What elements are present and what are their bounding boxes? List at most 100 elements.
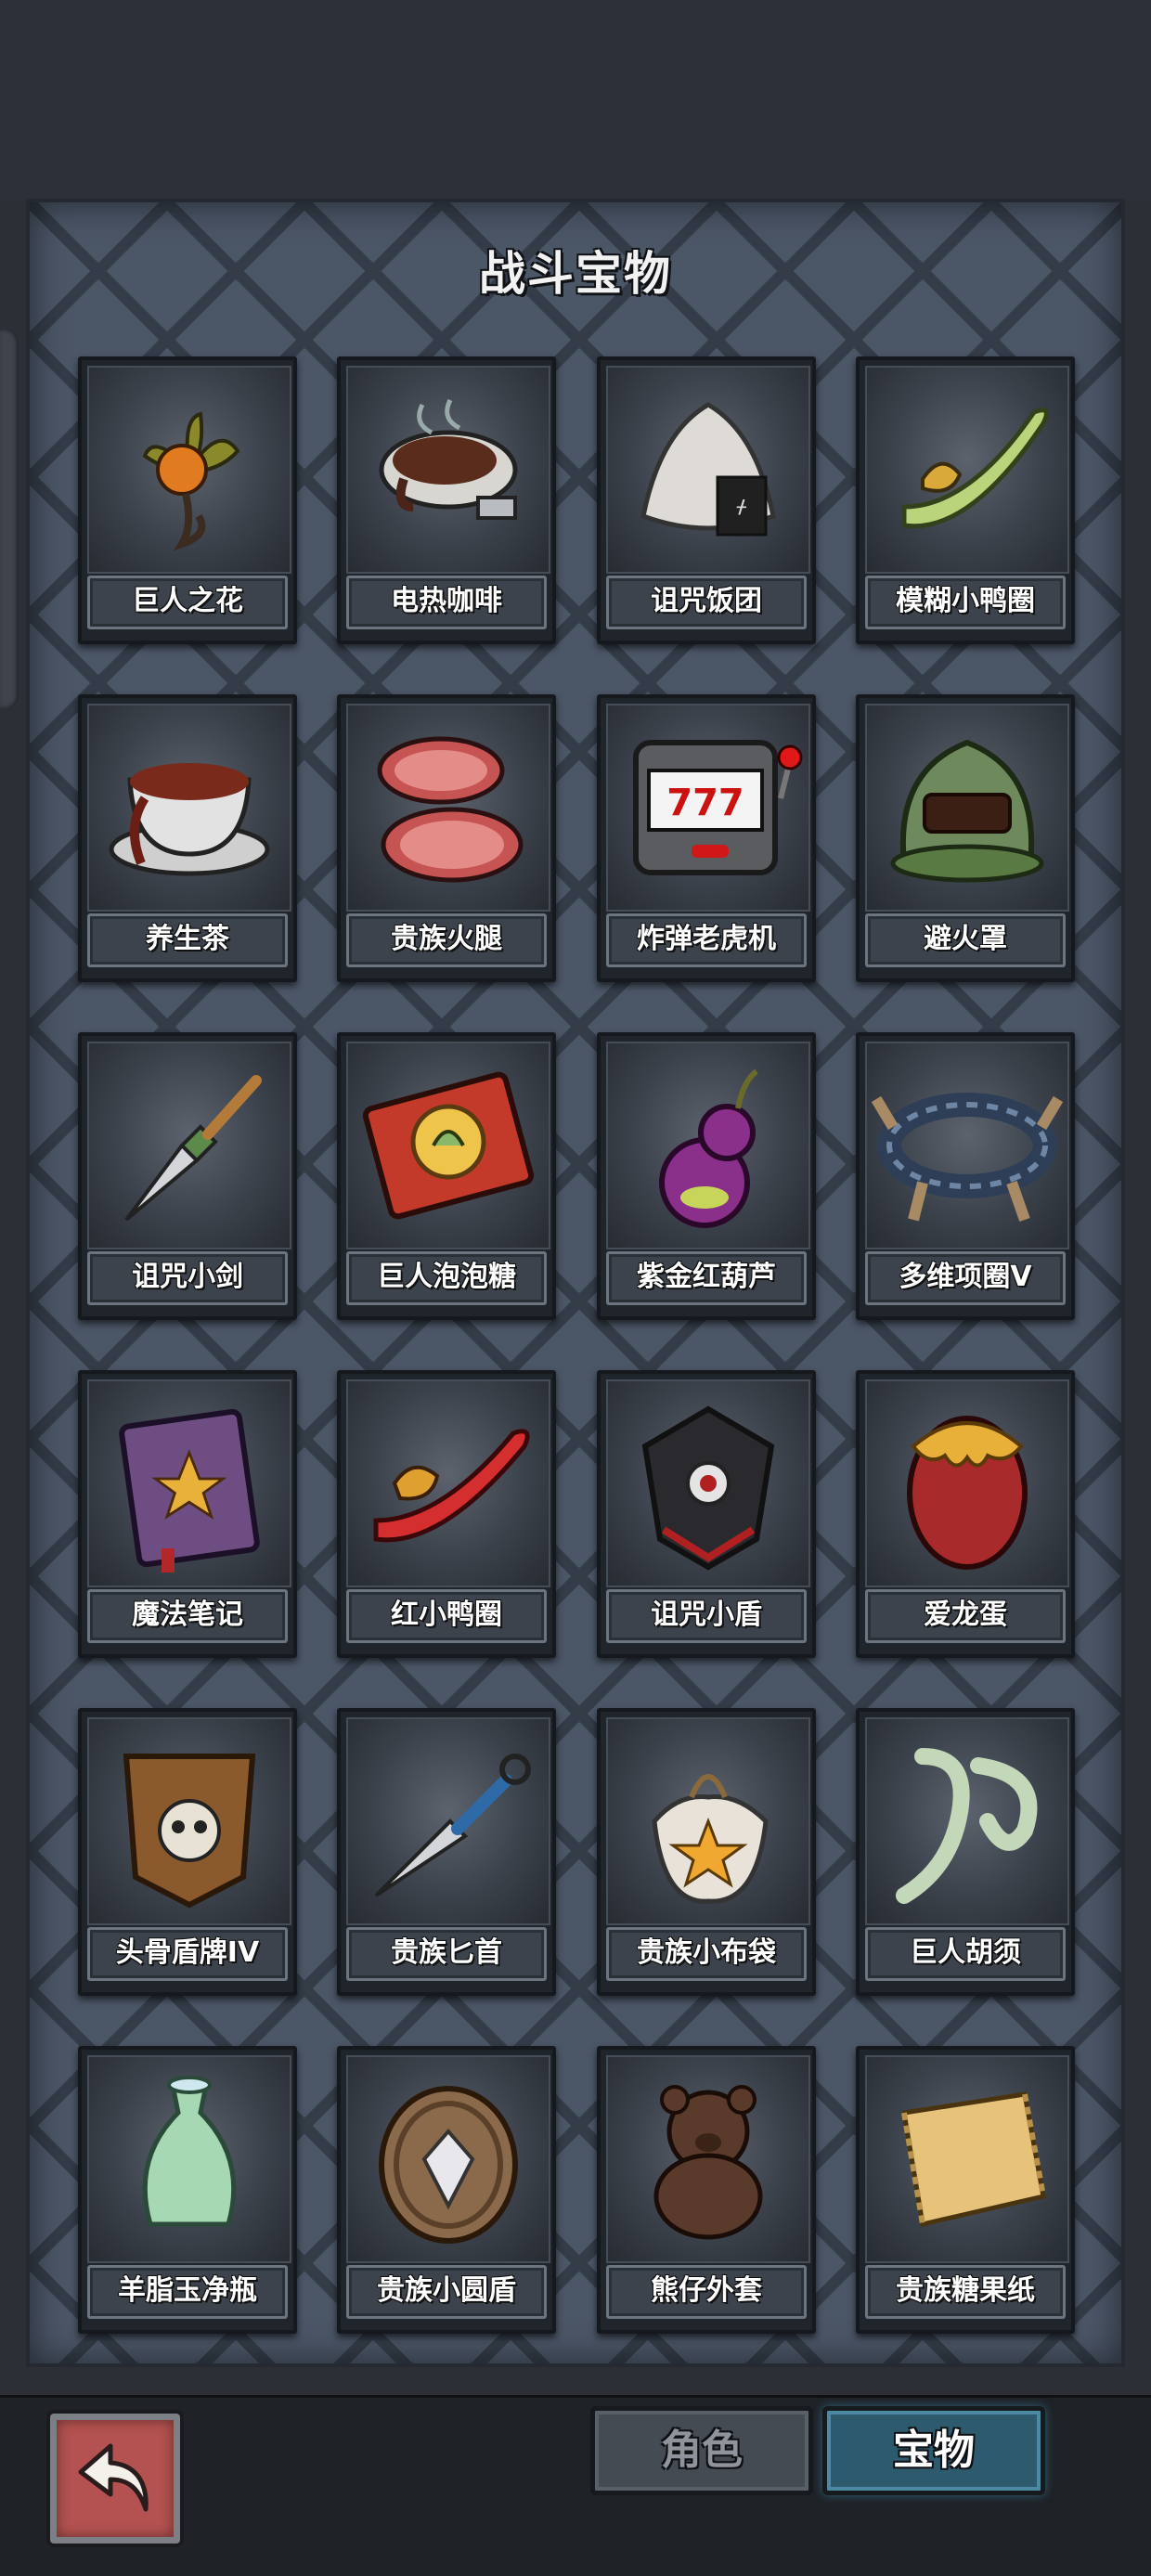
jade-vase-icon <box>142 2076 237 2227</box>
bomb-slot-machine-icon: 777 <box>633 740 803 875</box>
treasure-art <box>346 366 550 574</box>
treasure-art <box>87 366 291 574</box>
treasure-name: 模糊小鸭圈 <box>865 576 1066 629</box>
treasure-name: 炸弹老虎机 <box>606 913 807 967</box>
treasure-name: 熊仔外套 <box>606 2265 807 2319</box>
noble-round-shield-icon <box>379 2086 518 2244</box>
treasure-card[interactable]: 诅咒小盾 <box>597 1370 816 1658</box>
treasure-card[interactable]: 贵族火腿 <box>337 694 556 982</box>
treasure-art <box>346 1717 550 1925</box>
treasure-name: 贵族火腿 <box>346 913 547 967</box>
treasure-card[interactable]: 诅咒小剑 <box>78 1032 297 1320</box>
cursed-dagger-icon <box>124 1075 262 1222</box>
dragon-egg-icon <box>907 1416 1028 1570</box>
treasure-card[interactable]: 爱龙蛋 <box>856 1370 1075 1658</box>
treasure-name: 头骨盾牌IV <box>87 1927 288 1981</box>
treasure-name: 贵族小圆盾 <box>346 2265 547 2319</box>
treasure-card[interactable]: 羊脂玉净瓶 <box>78 2046 297 2334</box>
treasure-art <box>606 1717 810 1925</box>
treasure-card[interactable]: 避火罩 <box>856 694 1075 982</box>
treasure-card[interactable]: 模糊小鸭圈 <box>856 356 1075 644</box>
candy-wrapper-icon <box>901 2091 1046 2228</box>
treasure-art <box>87 1379 291 1587</box>
tab-treasure[interactable]: 宝物 <box>822 2406 1045 2495</box>
health-tea-icon <box>109 763 270 876</box>
treasure-card[interactable]: 贵族匕首 <box>337 1708 556 1996</box>
fire-shield-helmet-icon <box>890 739 1044 883</box>
treasure-name: 避火罩 <box>865 913 1066 967</box>
treasure-card[interactable]: 777 炸弹老虎机 <box>597 694 816 982</box>
treasure-name: 巨人泡泡糖 <box>346 1251 547 1305</box>
treasure-art <box>865 1717 1069 1925</box>
treasure-art <box>865 2055 1069 2263</box>
treasure-card[interactable]: 巨人胡须 <box>856 1708 1075 1996</box>
teddy-bear-coat-icon <box>653 2085 763 2240</box>
treasure-name: 电热咖啡 <box>346 576 547 629</box>
giant-beard-icon <box>896 1748 1038 1904</box>
electric-coffee-icon <box>379 398 518 520</box>
treasure-card[interactable]: 紫金红葫芦 <box>597 1032 816 1320</box>
treasure-art <box>346 2055 550 2263</box>
treasure-name: 红小鸭圈 <box>346 1589 547 1643</box>
treasure-name: 羊脂玉净瓶 <box>87 2265 288 2319</box>
treasure-card[interactable]: 巨人之花 <box>78 356 297 644</box>
treasure-card[interactable]: 红小鸭圈 <box>337 1370 556 1658</box>
noble-ham-icon <box>377 736 524 883</box>
treasure-name: 诅咒饭团 <box>606 576 807 629</box>
treasure-name: 诅咒小剑 <box>87 1251 288 1305</box>
magic-notebook-icon <box>119 1408 260 1573</box>
svg-text:777: 777 <box>666 782 744 824</box>
treasure-name: 贵族小布袋 <box>606 1927 807 1981</box>
treasure-card[interactable]: 贵族小圆盾 <box>337 2046 556 2334</box>
svg-text:ᚋ: ᚋ <box>736 495 747 517</box>
treasure-card[interactable]: 贵族糖果纸 <box>856 2046 1075 2334</box>
treasure-card[interactable]: 魔法笔记 <box>78 1370 297 1658</box>
cursed-rice-ball-icon: ᚋ <box>640 402 776 537</box>
red-duck-ring-icon <box>373 1429 530 1543</box>
treasure-name: 贵族糖果纸 <box>865 2265 1066 2319</box>
treasure-card[interactable]: 电热咖啡 <box>337 356 556 644</box>
page-title: 战斗宝物 <box>479 247 672 301</box>
treasure-card[interactable]: 多维项圈V <box>856 1032 1075 1320</box>
treasure-card[interactable]: 贵族小布袋 <box>597 1708 816 1996</box>
treasure-card[interactable]: 巨人泡泡糖 <box>337 1032 556 1320</box>
treasure-name: 爱龙蛋 <box>865 1589 1066 1643</box>
multi-collar-icon <box>871 1093 1064 1222</box>
treasure-art: 777 <box>606 704 810 912</box>
treasure-name: 巨人之花 <box>87 576 288 629</box>
back-button[interactable] <box>50 2414 180 2544</box>
treasure-card[interactable]: 熊仔外套 <box>597 2046 816 2334</box>
treasure-art <box>346 1379 550 1587</box>
treasure-name: 养生茶 <box>87 913 288 967</box>
treasure-name: 诅咒小盾 <box>606 1589 807 1643</box>
treasure-name: 紫金红葫芦 <box>606 1251 807 1305</box>
treasure-art: ᚋ <box>606 366 810 574</box>
treasure-name: 巨人胡须 <box>865 1927 1066 1981</box>
treasure-card[interactable]: ᚋ 诅咒饭团 <box>597 356 816 644</box>
treasure-art <box>865 366 1069 574</box>
top-band <box>0 0 1151 199</box>
treasure-art <box>606 1042 810 1249</box>
noble-pouch-icon <box>652 1774 769 1904</box>
treasure-name: 贵族匕首 <box>346 1927 547 1981</box>
treasure-art <box>346 1042 550 1249</box>
treasure-art <box>606 2055 810 2263</box>
treasure-art <box>606 1379 810 1587</box>
treasure-art <box>865 1379 1069 1587</box>
treasure-card[interactable]: 头骨盾牌IV <box>78 1708 297 1996</box>
treasure-name: 多维项圈V <box>865 1251 1066 1305</box>
giant-bubble-gum-icon <box>362 1071 535 1220</box>
back-arrow-icon <box>78 2443 149 2512</box>
treasure-name: 魔法笔记 <box>87 1589 288 1643</box>
noble-kunai-icon <box>374 1754 531 1897</box>
treasure-card[interactable]: 养生茶 <box>78 694 297 982</box>
tab-role[interactable]: 角色 <box>590 2406 813 2495</box>
treasure-art <box>87 1717 291 1925</box>
purple-gourd-icon <box>659 1068 758 1228</box>
skull-shield-icon <box>123 1754 256 1909</box>
blurry-duck-ring-icon <box>901 408 1049 529</box>
side-drawer-handle[interactable] <box>0 330 19 708</box>
treasure-art <box>865 704 1069 912</box>
treasure-art <box>87 2055 291 2263</box>
treasure-art <box>346 704 550 912</box>
